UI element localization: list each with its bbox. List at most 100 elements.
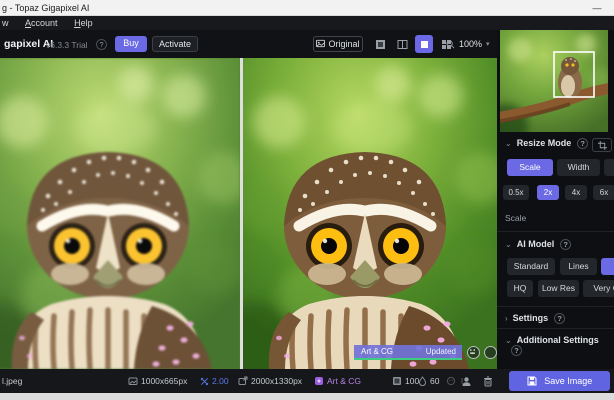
filename-label: l.jpeg [2, 376, 23, 386]
chevron-down-icon: ⌄ [505, 240, 512, 249]
window-title: g - Topaz Gigapixel AI [2, 3, 90, 13]
crop-button[interactable] [592, 138, 612, 152]
desktop-edge-strip [0, 393, 614, 400]
version-label: v6.3.3 Trial [46, 40, 88, 50]
ai-model-icon [315, 377, 323, 385]
single-view-button[interactable] [371, 35, 389, 53]
mode-button-width[interactable]: Width [557, 159, 600, 176]
chevron-down-icon: ▾ [486, 41, 490, 48]
single-view-icon [375, 39, 385, 49]
progress-line [354, 358, 462, 360]
noise-icon [393, 377, 401, 385]
split-view-icon [397, 39, 407, 49]
input-size-icon [128, 377, 138, 385]
zoom-control[interactable]: 100% ▾ [446, 36, 490, 52]
minimize-button[interactable]: — [588, 0, 606, 16]
trial-help-badge[interactable]: ? [96, 39, 107, 50]
model-button-lines[interactable]: Lines [560, 258, 597, 275]
model-indicator-item: Art & CG [314, 369, 361, 393]
trash-icon [484, 376, 492, 386]
title-bar: g - Topaz Gigapixel AI — [0, 0, 614, 16]
owl-image-before[interactable] [0, 58, 240, 369]
person-icon [462, 376, 471, 386]
resize-help-badge[interactable]: ? [577, 138, 589, 149]
thumbs-down-face-button[interactable] [469, 346, 497, 359]
ai-model-title: AI Model [516, 239, 555, 249]
resize-mode-header[interactable]: ⌄ Resize Mode? [505, 138, 589, 149]
model-button-standard[interactable]: Standard [507, 258, 555, 275]
model-status-overlay: Art & CG Updated [354, 345, 462, 358]
overlay-status-label: Updated [425, 347, 456, 356]
menu-item-view[interactable]: w [0, 16, 16, 30]
scale-sublabel: Scale [505, 213, 527, 223]
gigapixel-window: g - Topaz Gigapixel AI — w Account Help … [0, 0, 614, 400]
scale-chip-2x[interactable]: 2x [537, 185, 559, 200]
menu-item-account[interactable]: Account [18, 16, 65, 30]
additional-settings-header[interactable]: ⌄ Additional Settings? [505, 335, 614, 356]
scale-chip-6x[interactable]: 6x [593, 185, 614, 200]
settings-help-badge[interactable]: ? [554, 313, 566, 324]
owl-image-after[interactable]: Art & CG Updated [243, 58, 497, 369]
menu-item-help[interactable]: Help [67, 16, 100, 30]
menu-bar: w Account Help [0, 16, 614, 30]
navigation-thumbnail[interactable] [500, 30, 608, 132]
chevron-down-icon: ⌄ [505, 139, 512, 148]
zoom-level: 100% [459, 39, 483, 49]
feedback-buttons [467, 346, 497, 359]
right-sidebar: ⌄ Resize Mode? Scale Width H 0.5x 2x 4x 6… [497, 30, 614, 369]
model-button-low-res[interactable]: Low Res [538, 280, 579, 297]
side-by-side-view-icon [420, 40, 428, 48]
save-disk-icon [527, 376, 537, 386]
model-button-very-compressed[interactable]: Very Com [583, 280, 614, 297]
blur-value: 60 [430, 376, 440, 386]
input-size-value: 1000x665px [141, 376, 188, 386]
scale-arrows-icon [200, 377, 209, 385]
section-divider [497, 328, 614, 329]
save-image-button[interactable]: Save Image [509, 371, 610, 391]
frowny-icon [469, 349, 476, 355]
ai-model-help-badge[interactable]: ? [560, 239, 572, 250]
preview-viewport: Art & CG Updated [0, 58, 497, 369]
resize-mode-title: Resize Mode [516, 138, 572, 148]
chevron-right-icon: › [505, 314, 508, 323]
scale-chip-4x[interactable]: 4x [565, 185, 587, 200]
save-image-label: Save Image [544, 376, 593, 386]
activate-button[interactable]: Activate [152, 36, 198, 52]
section-divider [497, 306, 614, 307]
ai-model-header[interactable]: ⌄ AI Model? [505, 239, 572, 250]
delete-image-button[interactable] [483, 369, 493, 393]
face-select-button[interactable] [461, 369, 472, 393]
face-icon [446, 376, 456, 386]
output-size-value: 2000x1330px [251, 376, 303, 386]
magnifier-icon [446, 39, 455, 48]
buy-button[interactable]: Buy [115, 36, 147, 52]
scale-factor-item: 2.00 [200, 369, 229, 393]
original-toggle-button[interactable]: Original [313, 36, 363, 52]
additional-settings-help-badge[interactable]: ? [511, 345, 522, 356]
image-icon [316, 39, 326, 48]
additional-settings-title: Additional Settings [516, 335, 599, 345]
side-by-side-view-button[interactable] [415, 35, 433, 53]
noise-item: 100 [392, 369, 419, 393]
settings-header[interactable]: › Settings? [505, 313, 566, 324]
model-button-art-cg[interactable]: A [601, 258, 614, 275]
status-bar: l.jpeg 1000x665px 2.00 2000x1330px Art &… [0, 369, 614, 393]
mode-button-height[interactable]: H [604, 159, 614, 176]
output-size-icon [238, 376, 248, 385]
scale-chip-05x[interactable]: 0.5x [503, 185, 529, 200]
overlay-model-label: Art & CG [361, 347, 394, 356]
settings-title: Settings [512, 313, 549, 323]
main-toolbar: gapixel AI v6.3.3 Trial ? Buy Activate O… [0, 30, 497, 58]
blur-droplet-icon [418, 376, 427, 386]
mode-button-scale[interactable]: Scale [507, 159, 553, 176]
output-size-item: 2000x1330px [238, 369, 302, 393]
input-size-item: 1000x665px [128, 369, 187, 393]
model-indicator-value: Art & CG [327, 376, 362, 386]
crop-icon [597, 140, 607, 150]
view-mode-group [371, 35, 455, 53]
section-divider [497, 231, 614, 232]
split-view-button[interactable] [393, 35, 411, 53]
model-button-hq[interactable]: HQ [507, 280, 533, 297]
chevron-down-icon: ⌄ [505, 336, 512, 345]
blur-item: 60 [418, 369, 439, 393]
